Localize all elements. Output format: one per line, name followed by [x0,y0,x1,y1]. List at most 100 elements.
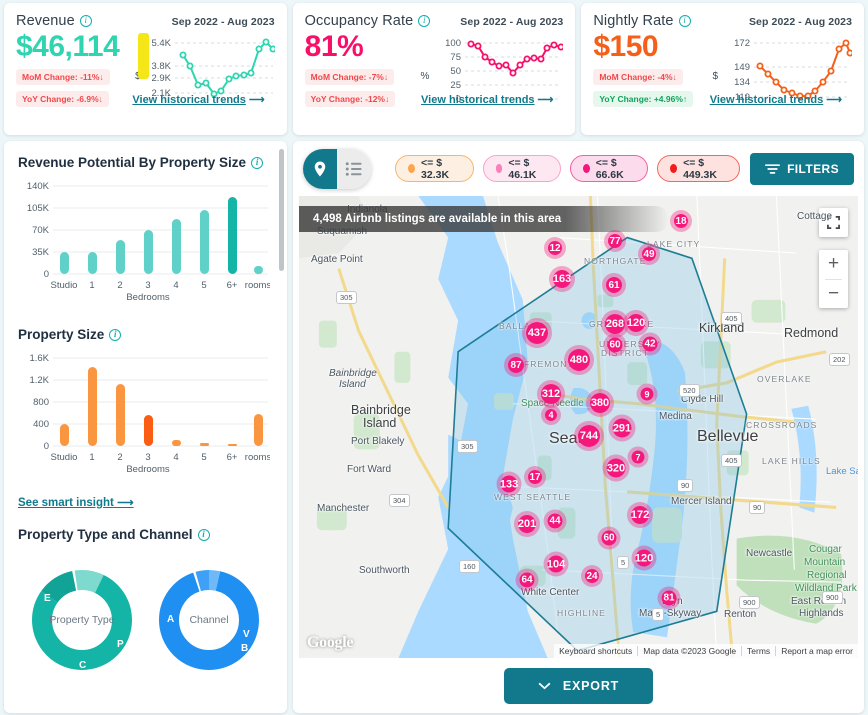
revenue-potential-chart: 140K 105K 70K 35K 0 Studio 1 2 3 4 5 6+ … [27,181,272,303]
map-cluster-marker[interactable]: 64 [515,568,539,592]
bar-6plus[interactable] [228,444,237,446]
chevron-down-icon [538,682,551,689]
xtick-4: 4 [173,452,178,463]
map-cluster-marker[interactable]: 744 [574,421,604,451]
xtick-3: 3 [145,280,150,291]
map-cluster-marker[interactable]: 61 [602,273,626,297]
map-cluster-marker[interactable]: 18 [670,210,692,232]
bar-1[interactable] [88,252,97,274]
bars-group [60,367,263,446]
bar-5[interactable] [200,443,209,446]
sidebar-scrollbar[interactable] [279,149,284,271]
ytick-1: 3.8K [151,61,171,72]
list-view-button[interactable] [337,148,372,189]
ytick-2: 2.9K [151,73,171,84]
info-icon[interactable]: i [678,14,691,27]
export-button[interactable]: EXPORT [503,667,654,704]
map-cluster-marker[interactable]: 17 [524,466,546,488]
map-canvas[interactable]: IndianolaSuquamishAgate PointBainbridgeI… [299,196,858,658]
xtick-5: 5 [201,280,206,291]
mom-change-badge: MoM Change: -7%↓ [304,69,395,86]
terms-link[interactable]: Terms [741,646,775,656]
trend-link-label: View historical trends [709,94,824,106]
map-cluster-marker[interactable]: 81 [657,586,681,610]
info-icon[interactable]: i [251,156,264,169]
map-cluster-marker[interactable]: 312 [537,380,565,408]
map-cluster-marker[interactable]: 4 [541,405,561,425]
map-cluster-marker[interactable]: 60 [597,526,621,550]
map-cluster-marker[interactable]: 42 [638,332,662,356]
ytick-1: 105K [27,203,50,214]
map-cluster-marker[interactable]: 437 [522,318,552,348]
kpi-date-range: Sep 2022 - Aug 2023 [460,16,564,28]
view-historical-trends-link[interactable]: View historical trends ⟶ [421,93,553,106]
price-pill-4[interactable]: <= $ 449.3K [657,155,741,182]
map-cluster-marker[interactable]: 104 [543,551,569,577]
bar-1[interactable] [88,367,97,446]
map-cluster-marker[interactable]: 7 [627,446,649,468]
info-icon[interactable]: i [197,528,210,541]
xtick-1: 1 [89,452,94,463]
bar-studio[interactable] [60,252,69,274]
map-cluster-marker[interactable]: 44 [543,509,567,533]
ytick-0: 172 [734,38,750,49]
map-cluster-marker[interactable]: 87 [504,353,528,377]
map-cluster-marker[interactable]: 380 [586,389,614,417]
donut-center-label: Property Type [49,614,114,626]
map-cluster-marker[interactable]: 12 [544,237,566,259]
map-cluster-marker[interactable]: 172 [627,502,653,528]
map-cluster-marker[interactable]: 9 [636,383,658,405]
price-pill-1[interactable]: <= $ 32.3K [395,155,474,182]
bar-4[interactable] [172,219,181,274]
bar-3[interactable] [144,415,153,446]
bar-4[interactable] [172,440,181,446]
zoom-in-button[interactable]: + [819,250,848,279]
price-pill-3[interactable]: <= $ 66.6K [569,155,649,182]
ytick-0: 140K [27,181,50,192]
smart-insight-label: See smart insight [18,497,114,509]
view-mode-toggle [303,148,372,189]
price-pill-2[interactable]: <= $ 46.1K [482,155,561,182]
view-historical-trends-link[interactable]: View historical trends ⟶ [132,93,264,106]
map-cluster-marker[interactable]: 133 [496,471,522,497]
insights-sidebar: Revenue Potential By Property Size i 140K… [4,141,287,713]
filters-button[interactable]: FILTERS [750,152,854,185]
bar-rooms[interactable] [254,414,263,446]
ytick-2: 134 [734,77,750,88]
info-icon[interactable]: i [418,14,431,27]
bar-rooms[interactable] [254,266,263,274]
bar-5[interactable] [200,210,209,274]
info-icon[interactable]: i [79,14,92,27]
map-cluster-marker[interactable]: 60 [603,333,627,357]
view-historical-trends-link[interactable]: View historical trends ⟶ [710,93,842,106]
kpi-metrics: $46,114 MoM Change: -11%↓ YoY Change: -6… [16,30,149,113]
map-cluster-marker[interactable]: 480 [564,345,594,375]
map-cluster-marker[interactable]: 120 [623,310,649,336]
map-cluster-marker[interactable]: 291 [608,414,636,442]
report-error-link[interactable]: Report a map error [775,646,858,656]
info-icon[interactable]: i [109,328,122,341]
bar-studio[interactable] [60,424,69,446]
see-smart-insight-link[interactable]: See smart insight ⟶ [18,495,134,509]
google-logo: Google [307,634,354,651]
bar-6plus[interactable] [228,197,237,274]
xtick-3: 3 [145,452,150,463]
map-cluster-marker[interactable]: 49 [638,243,660,265]
map-cluster-marker[interactable]: 201 [514,511,540,537]
map-cluster-marker[interactable]: 120 [631,545,657,571]
map-view-button[interactable] [303,148,338,189]
mom-row: MoM Change: -4%↓ [593,63,712,86]
bar-2[interactable] [116,240,125,274]
bar-3[interactable] [144,230,153,274]
map-cluster-marker[interactable]: 77 [604,230,626,252]
map-cluster-marker[interactable]: 163 [549,266,575,292]
bar-2[interactable] [116,384,125,446]
fullscreen-button[interactable] [819,208,848,237]
kpi-title-text: Nightly Rate [593,13,674,29]
keyboard-shortcuts-link[interactable]: Keyboard shortcuts [554,646,637,656]
map-cluster-marker[interactable]: 320 [602,454,630,482]
xtick-6plus: 6+ [227,280,238,291]
map-cluster-marker[interactable]: 24 [581,565,603,587]
zoom-out-button[interactable]: − [819,280,848,309]
highway-shield: 405 [721,312,742,325]
